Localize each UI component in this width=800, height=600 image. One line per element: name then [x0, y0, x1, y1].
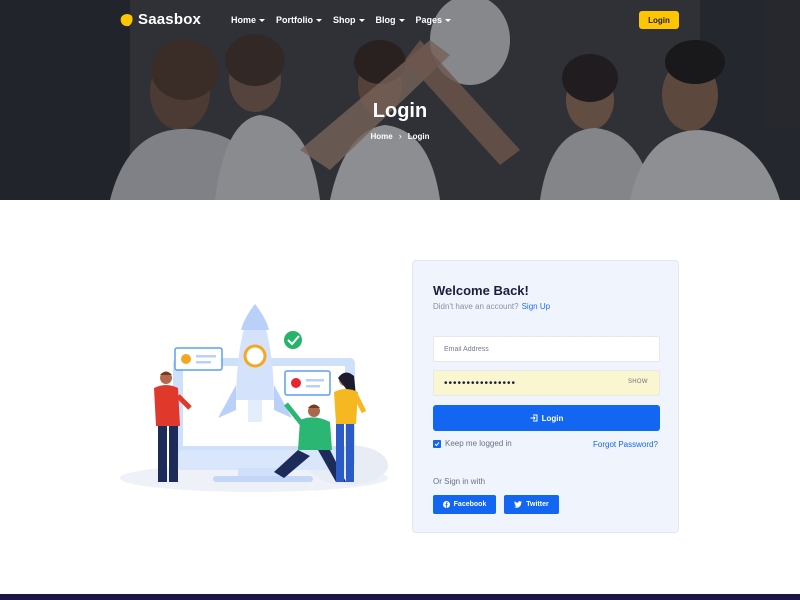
- remember-me: Keep me logged in: [433, 439, 512, 448]
- chevron-down-icon: [398, 18, 405, 22]
- nav-item-portfolio[interactable]: Portfolio: [276, 15, 323, 25]
- breadcrumb-current: Login: [407, 131, 430, 141]
- signup-prompt-text: Didn't have an account?: [433, 302, 519, 311]
- chevron-down-icon: [316, 18, 323, 22]
- breadcrumb-home[interactable]: Home: [370, 132, 392, 141]
- login-submit-label: Login: [541, 413, 564, 423]
- chevron-down-icon: [358, 18, 365, 22]
- remember-checkbox[interactable]: [433, 439, 441, 448]
- nav-item-label: Shop: [333, 15, 356, 25]
- nav-item-blog[interactable]: Blog: [376, 15, 405, 25]
- forgot-password-link[interactable]: Forgot Password?: [593, 440, 658, 449]
- twitter-signin-button[interactable]: Twitter: [504, 495, 559, 514]
- navbar: Saasbox Home Portfolio Shop Blog Pages L…: [0, 0, 800, 40]
- nav-login-button[interactable]: Login: [639, 11, 679, 29]
- check-icon: [434, 441, 440, 446]
- brand-name: Saasbox: [138, 11, 202, 28]
- rocket-team-illustration: [120, 304, 388, 492]
- show-password-toggle[interactable]: SHOW: [628, 379, 648, 385]
- breadcrumb: Home › Login: [0, 131, 800, 141]
- remember-label: Keep me logged in: [445, 439, 512, 448]
- social-signin-label: Or Sign in with: [433, 477, 486, 486]
- password-field[interactable]: [433, 370, 660, 396]
- twitter-label: Twitter: [526, 501, 549, 508]
- facebook-signin-button[interactable]: Facebook: [433, 495, 496, 514]
- nav-item-shop[interactable]: Shop: [333, 15, 365, 25]
- footer-bar: [0, 594, 800, 600]
- twitter-icon: [514, 501, 523, 508]
- login-title: Welcome Back!: [433, 283, 529, 298]
- nav-item-home[interactable]: Home: [231, 15, 266, 25]
- facebook-icon: [442, 501, 450, 508]
- login-card: Welcome Back! Didn't have an account? Sig…: [412, 260, 679, 533]
- nav-item-label: Blog: [375, 15, 396, 25]
- nav-item-label: Pages: [415, 15, 443, 25]
- page-title: Login: [372, 100, 428, 122]
- login-submit-button[interactable]: Login: [433, 405, 660, 431]
- nav-item-label: Portfolio: [276, 15, 314, 25]
- signup-link[interactable]: Sign Up: [522, 302, 550, 311]
- login-icon: [530, 414, 538, 422]
- main-nav: Home Portfolio Shop Blog Pages: [231, 15, 452, 25]
- facebook-label: Facebook: [453, 501, 487, 508]
- chevron-right-icon: ›: [398, 131, 402, 141]
- chevron-down-icon: [445, 18, 452, 22]
- email-field[interactable]: [433, 336, 660, 362]
- brand-logo[interactable]: Saasbox: [120, 11, 201, 28]
- signup-prompt: Didn't have an account? Sign Up: [433, 302, 550, 311]
- chevron-down-icon: [259, 18, 266, 22]
- hero-banner: Saasbox Home Portfolio Shop Blog Pages L…: [0, 0, 800, 200]
- nav-item-label: Home: [231, 15, 257, 25]
- logo-mark-icon: [120, 13, 133, 26]
- nav-item-pages[interactable]: Pages: [416, 15, 452, 25]
